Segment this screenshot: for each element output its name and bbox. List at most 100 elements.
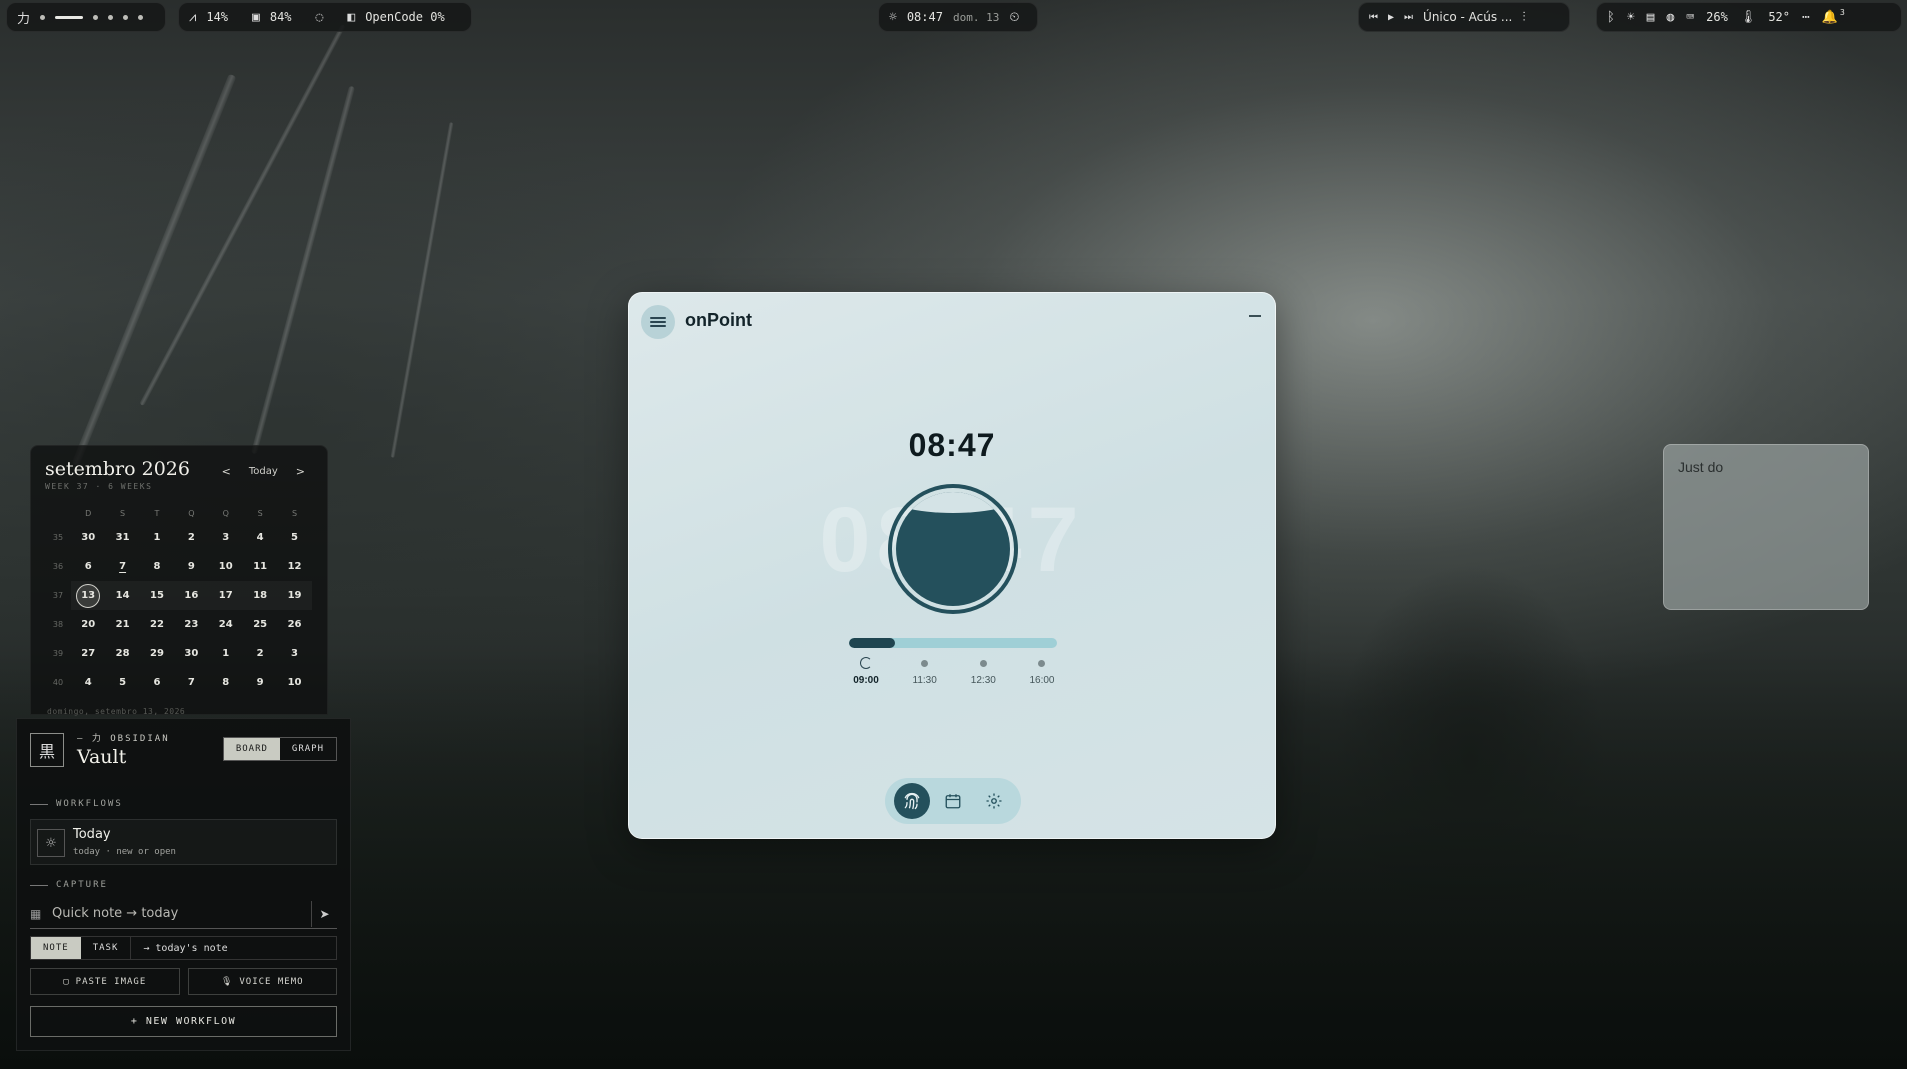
calendar-day[interactable]: 10 bbox=[209, 552, 243, 581]
workspace-active-indicator[interactable] bbox=[55, 15, 84, 19]
onpoint-window: onPoint 08:47 08:47 09:0011:3012:3016:00 bbox=[628, 292, 1276, 839]
sticky-note[interactable]: Just do bbox=[1663, 444, 1869, 610]
calendar-today-button[interactable]: Today bbox=[249, 466, 278, 477]
calendar-day[interactable]: 25 bbox=[243, 610, 277, 639]
calendar-day[interactable]: 6 bbox=[140, 668, 174, 697]
brightness-icon[interactable]: ☀ bbox=[1627, 10, 1635, 25]
send-icon[interactable]: ➤ bbox=[311, 900, 337, 927]
workspace-dot[interactable] bbox=[93, 14, 99, 20]
workspace-dot[interactable] bbox=[108, 14, 114, 20]
workspace-switcher[interactable]: 力 bbox=[6, 2, 166, 32]
workflow-today-card[interactable]: ☼ Today today · new or open bbox=[30, 819, 337, 865]
calendar-day[interactable]: 20 bbox=[71, 610, 105, 639]
previous-track-icon[interactable]: ⏮ bbox=[1369, 12, 1378, 23]
keyboard-icon[interactable]: ⌨ bbox=[1686, 10, 1694, 25]
calendar-day[interactable]: 3 bbox=[209, 523, 243, 552]
play-icon[interactable]: ▶ bbox=[1388, 12, 1394, 23]
menu-button[interactable] bbox=[641, 305, 675, 339]
calendar-day[interactable]: 9 bbox=[174, 552, 208, 581]
view-toggle: BOARD GRAPH bbox=[222, 737, 337, 761]
calendar-day[interactable]: 9 bbox=[243, 668, 277, 697]
calendar-day[interactable]: 1 bbox=[140, 523, 174, 552]
calendar-day[interactable]: 18 bbox=[242, 581, 278, 610]
calendar-day[interactable]: 23 bbox=[174, 610, 208, 639]
new-workflow-button[interactable]: + NEW WORKFLOW bbox=[30, 1006, 337, 1037]
calendar-day[interactable]: 10 bbox=[277, 668, 311, 697]
calendar-day[interactable]: 29 bbox=[140, 639, 174, 668]
calendar-day-number: 21 bbox=[115, 619, 130, 630]
calendar-day[interactable]: 5 bbox=[105, 668, 139, 697]
calendar-day[interactable]: 6 bbox=[71, 552, 105, 581]
minimize-button[interactable] bbox=[1249, 315, 1261, 317]
calendar-day[interactable]: 15 bbox=[139, 581, 175, 610]
calendar-day[interactable]: 13 bbox=[71, 581, 106, 610]
note-mode-button[interactable]: NOTE bbox=[31, 937, 81, 959]
calendar-day[interactable]: 26 bbox=[277, 610, 311, 639]
workflows-section-label: WORKFLOWS bbox=[30, 799, 123, 809]
screen-icon[interactable]: ▤ bbox=[1647, 10, 1655, 25]
calendar-button[interactable] bbox=[935, 783, 971, 819]
calendar-day[interactable]: 30 bbox=[71, 523, 105, 552]
settings-button[interactable] bbox=[976, 783, 1012, 819]
calendar-day[interactable]: 11 bbox=[243, 552, 277, 581]
paste-image-button[interactable]: ▢ PASTE IMAGE bbox=[30, 968, 180, 995]
board-tab[interactable]: BOARD bbox=[223, 738, 280, 760]
calendar-day[interactable]: 7 bbox=[174, 668, 208, 697]
next-track-icon[interactable]: ⏭ bbox=[1404, 12, 1413, 23]
calendar-day[interactable]: 30 bbox=[174, 639, 208, 668]
workspace-dot[interactable] bbox=[123, 14, 129, 20]
calendar-day[interactable]: 12 bbox=[277, 552, 311, 581]
calendar-day[interactable]: 5 bbox=[277, 523, 311, 552]
calendar-day[interactable]: 4 bbox=[71, 668, 105, 697]
task-mode-button[interactable]: TASK bbox=[81, 937, 131, 959]
media-title[interactable]: Único - Acús ... bbox=[1423, 10, 1512, 24]
calendar-day[interactable]: 16 bbox=[174, 581, 209, 610]
calendar-day[interactable]: 17 bbox=[208, 581, 243, 610]
slot-marker bbox=[1038, 659, 1046, 667]
calendar-day[interactable]: 27 bbox=[71, 639, 105, 668]
calendar-day[interactable]: 4 bbox=[243, 523, 277, 552]
calendar-day-number: 4 bbox=[84, 677, 92, 688]
calendar-next-button[interactable]: > bbox=[296, 465, 305, 478]
quick-note-input[interactable] bbox=[52, 906, 311, 921]
calendar-day[interactable]: 8 bbox=[140, 552, 174, 581]
clock-widget[interactable]: ☼ 08:47 dom. 13 ⏲ bbox=[878, 2, 1038, 32]
calendar-day-number: 12 bbox=[287, 561, 302, 572]
schedule-slot[interactable]: 12:30 bbox=[958, 655, 1008, 686]
calendar-day[interactable]: 21 bbox=[105, 610, 139, 639]
calendar-day[interactable]: 28 bbox=[105, 639, 139, 668]
schedule-slot[interactable]: 09:00 bbox=[841, 655, 891, 686]
capture-target[interactable]: → today's note bbox=[130, 937, 336, 959]
hamburger-icon bbox=[650, 315, 666, 329]
calendar-day[interactable]: 7 bbox=[105, 552, 139, 581]
calendar-day[interactable]: 8 bbox=[209, 668, 243, 697]
clock-time: 08:47 bbox=[906, 10, 943, 24]
opencode-status[interactable]: OpenCode 0% bbox=[365, 10, 444, 24]
calendar-day[interactable]: 31 bbox=[105, 523, 139, 552]
clock-date: dom. 13 bbox=[952, 10, 1000, 24]
graph-tab[interactable]: GRAPH bbox=[280, 738, 336, 760]
calendar-day[interactable]: 1 bbox=[209, 639, 243, 668]
more-icon[interactable]: ⋯ bbox=[1802, 10, 1810, 25]
calendar-day[interactable]: 3 bbox=[277, 639, 311, 668]
calendar-grid: D S T Q Q S S 35 30 31 1 2 3 4 5 36 6 7 8 9 10 11 12 37 13 14 15 16… bbox=[45, 503, 313, 697]
workspace-glyph: 力 bbox=[17, 11, 31, 27]
notifications-icon[interactable]: 🔔 bbox=[1822, 10, 1838, 25]
fingerprint-button[interactable] bbox=[893, 783, 930, 819]
calendar-day[interactable]: 2 bbox=[243, 639, 277, 668]
schedule-slot[interactable]: 11:30 bbox=[900, 655, 950, 686]
calendar-day[interactable]: 14 bbox=[105, 581, 140, 610]
workspace-dot[interactable] bbox=[138, 14, 144, 20]
palette-icon[interactable]: ◍ bbox=[1666, 10, 1674, 25]
calendar-prev-button[interactable]: < bbox=[222, 465, 231, 478]
bluetooth-icon[interactable]: ᛒ bbox=[1607, 10, 1615, 25]
calendar-day[interactable]: 2 bbox=[174, 523, 208, 552]
calendar-day[interactable]: 22 bbox=[140, 610, 174, 639]
workspace-dot[interactable] bbox=[40, 14, 46, 20]
schedule-slot[interactable]: 16:00 bbox=[1017, 655, 1067, 686]
calendar-day[interactable]: 19 bbox=[277, 581, 312, 610]
slot-time-label: 16:00 bbox=[1029, 675, 1055, 686]
voice-memo-button[interactable]: 🎙 VOICE MEMO bbox=[187, 968, 337, 995]
loading-spinner-icon: ◌ bbox=[315, 9, 324, 25]
calendar-day[interactable]: 24 bbox=[209, 610, 243, 639]
